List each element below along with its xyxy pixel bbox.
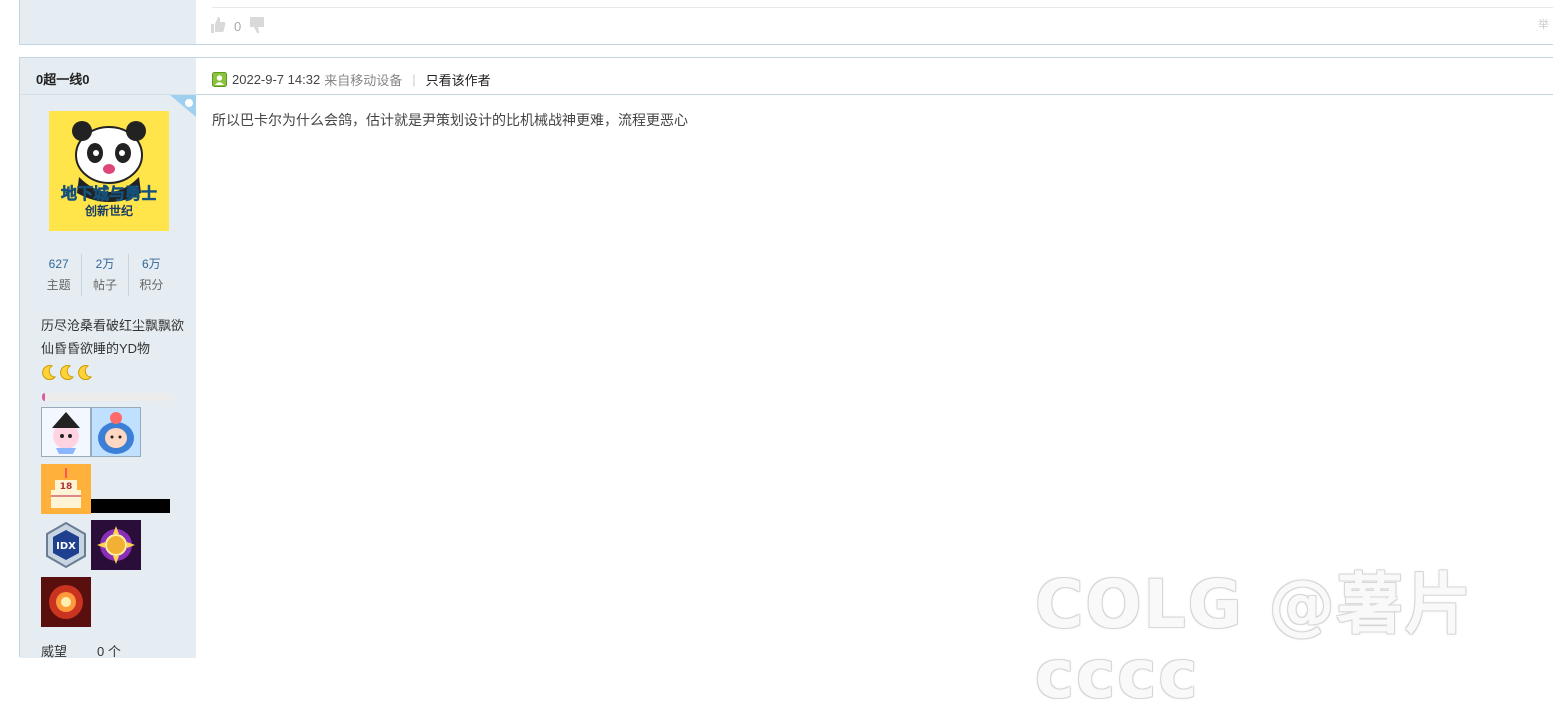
stat-credits[interactable]: 6万 积分 [129,254,174,296]
post-body: 所以巴卡尔为什么会鸽，估计就是尹策划设计的比机械战神更难，流程更恶心 [212,112,688,128]
thumbs-down-icon[interactable] [249,16,265,37]
stat-value: 2万 [95,257,115,271]
moon-icon [78,365,93,380]
previous-post: 0 举 [19,0,1553,45]
vote-count: 0 [234,18,242,34]
medal-birthday-cake[interactable]: 18 [41,464,91,514]
post-header: 2022-9-7 14:32 来自移动设备 | 只看该作者 [212,70,491,89]
cake-number: 18 [60,482,73,492]
only-author-link[interactable]: 只看该作者 [426,70,491,89]
thumbs-up-icon[interactable] [210,16,226,37]
divider [212,7,1553,8]
stat-posts[interactable]: 2万 帖子 [82,254,129,296]
report-link[interactable]: 举 [1538,16,1549,32]
separator: | [412,72,416,87]
stat-topics[interactable]: 627 主题 [36,254,83,296]
moon-icon [42,365,57,380]
previous-post-sidebar [20,0,196,44]
post-date: 2022-9-7 14:32 [232,72,321,87]
avatar-text-1: 地下城与勇士 [61,184,157,203]
author-sidebar: 0超一线0 地下城与勇士 创新世纪 627 主题 2万 帖子 6万 积分 历尽沧… [20,58,196,659]
medal-red-fire[interactable] [41,577,91,627]
medal-purple-gold[interactable] [91,520,141,570]
online-corner-icon [170,95,196,117]
author-name-link[interactable]: 0超一线0 [36,69,89,88]
author-stats: 627 主题 2万 帖子 6万 积分 [36,254,174,296]
stat-value: 627 [48,257,69,271]
medal-silver-emblem[interactable]: IDX [41,520,91,570]
stat-value: 6万 [141,257,161,271]
avatar-text-2: 创新世纪 [84,203,133,218]
watermark: COLG @薯片cccc [1035,566,1473,713]
divider [196,94,1553,95]
level-progress-fill [42,393,45,401]
medal-badge-text: IDX [56,541,76,552]
moon-icon [60,365,75,380]
stat-label: 主题 [46,278,71,292]
medal-ghost-hat[interactable] [41,407,91,457]
user-icon [212,72,227,87]
avatar[interactable]: 地下城与勇士 创新世纪 [49,111,169,231]
stat-label: 积分 [139,278,164,292]
stat-label: 帖子 [92,278,117,292]
redacted-bar [91,499,170,513]
rank-moons [41,364,93,380]
post-source: 来自移动设备 [324,73,403,88]
level-progress-bar [42,393,174,401]
medal-blue-hood[interactable] [91,407,141,457]
vote-bar: 0 [210,16,265,36]
user-title: 历尽沧桑看破红尘飘飘欲仙昏昏欲睡的YD物 [41,318,185,356]
